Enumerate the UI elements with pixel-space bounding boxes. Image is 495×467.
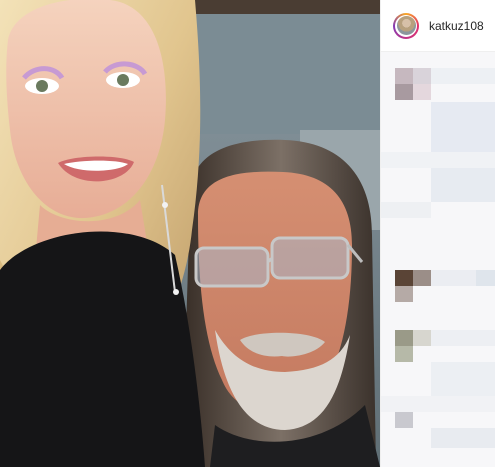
username-link[interactable]: katkuz108	[429, 19, 484, 33]
post-header: katkuz108	[381, 0, 495, 52]
avatar[interactable]	[393, 12, 419, 39]
avatar-ring	[395, 14, 417, 37]
post-side-panel: katkuz108	[380, 0, 495, 467]
post-photo[interactable]	[0, 0, 380, 467]
pixelated-comments	[381, 52, 495, 467]
pixelation-mosaic	[381, 52, 495, 467]
profile-avatar-icon	[396, 16, 416, 35]
selfie-photo	[0, 0, 380, 467]
instagram-post: katkuz108	[0, 0, 495, 467]
